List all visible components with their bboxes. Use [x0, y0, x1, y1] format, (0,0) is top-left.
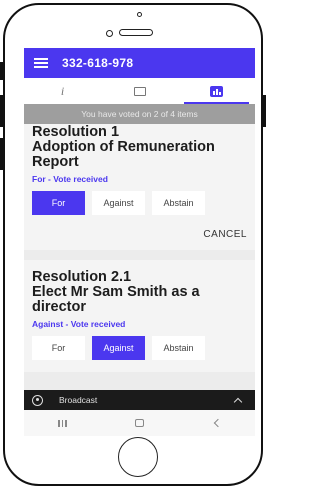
app-screen: 332-618-978 i You have voted on 2 of 4 i…	[24, 48, 255, 436]
power-button	[0, 62, 3, 80]
resolution-1-name: Adoption of Remuneration Report	[32, 139, 215, 170]
resolution-2-title: Resolution 2.1 Elect Mr Sam Smith as a d…	[32, 270, 247, 315]
chat-icon	[133, 86, 146, 96]
resolution-1-number: Resolution 1	[32, 124, 120, 140]
broadcast-icon	[32, 394, 43, 406]
side-button	[263, 95, 266, 127]
vote-against-button[interactable]: Against	[92, 336, 145, 360]
tab-info[interactable]: i	[24, 78, 101, 104]
vote-for-button[interactable]: For	[32, 191, 85, 215]
vote-progress-banner: You have voted on 2 of 4 items	[24, 104, 255, 124]
vote-against-button[interactable]: Against	[92, 191, 145, 215]
app-header: 332-618-978	[24, 48, 255, 78]
home-button[interactable]	[118, 437, 158, 477]
vote-abstain-button[interactable]: Abstain	[152, 336, 205, 360]
vote-for-button[interactable]: For	[32, 336, 85, 360]
resolution-2-choices: For Against Abstain	[32, 336, 247, 360]
broadcast-label: Broadcast	[59, 395, 98, 405]
resolution-card-2: Resolution 2.1 Elect Mr Sam Smith as a d…	[24, 260, 255, 372]
tab-bar: i	[24, 78, 255, 104]
tab-voting[interactable]	[178, 78, 255, 104]
broadcast-bar[interactable]: Broadcast	[24, 390, 255, 410]
tab-messages[interactable]	[101, 78, 178, 104]
chart-icon	[210, 85, 223, 97]
resolution-card-1: Resolution 1 Adoption of Remuneration Re…	[24, 124, 255, 250]
volume-up-button	[0, 95, 3, 127]
resolution-1-title: Resolution 1 Adoption of Remuneration Re…	[32, 125, 247, 170]
resolution-1-choices: For Against Abstain	[32, 191, 247, 215]
volume-down-button	[0, 138, 3, 170]
proximity-sensor	[137, 12, 142, 17]
menu-icon[interactable]	[34, 58, 48, 68]
vote-abstain-button[interactable]: Abstain	[152, 191, 205, 215]
home-nav-icon[interactable]	[134, 419, 144, 427]
back-icon[interactable]	[213, 418, 223, 428]
resolution-2-name: Elect Mr Sam Smith as a director	[32, 284, 200, 315]
meeting-id-title: 332-618-978	[62, 56, 134, 70]
resolution-2-number: Resolution 2.1	[32, 269, 132, 285]
resolution-2-status: Against - Vote received	[32, 319, 126, 329]
recent-apps-icon[interactable]	[58, 419, 67, 427]
resolution-1-status: For - Vote received	[32, 174, 108, 184]
front-camera	[106, 30, 113, 37]
cancel-vote-button[interactable]: CANCEL	[203, 229, 247, 240]
android-nav-bar	[24, 410, 255, 436]
earpiece-speaker	[119, 29, 153, 36]
chevron-up-icon[interactable]	[233, 397, 243, 406]
info-icon: i	[60, 83, 65, 98]
